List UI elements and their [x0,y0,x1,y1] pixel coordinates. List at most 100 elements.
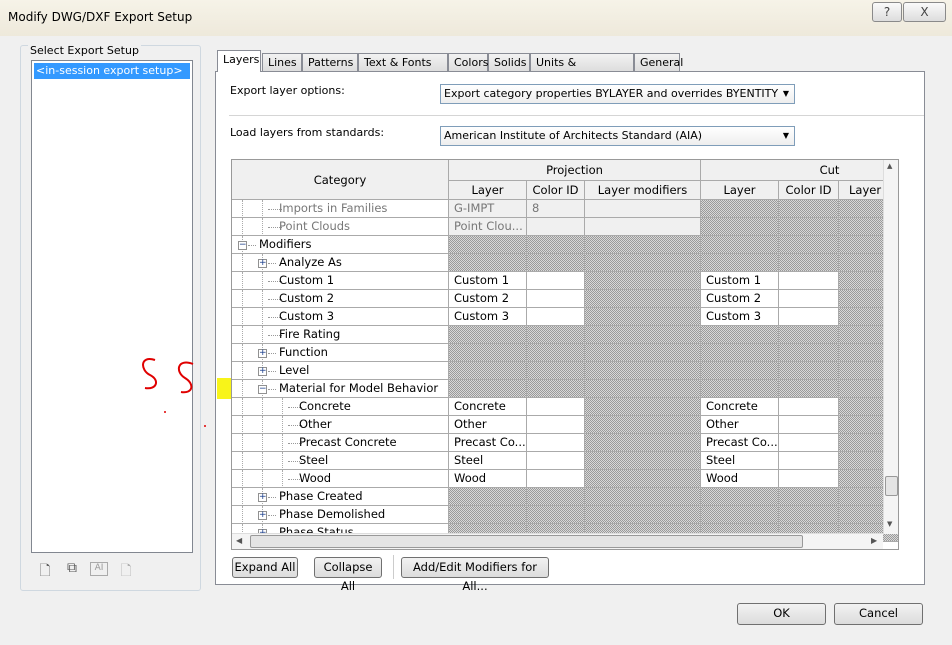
projection-layer-cell[interactable]: Custom 3 [449,308,527,326]
tab-general[interactable]: General [634,53,683,72]
projection-layer-modifiers-cell[interactable] [585,218,701,236]
cut-color-id-cell[interactable] [779,398,839,416]
expand-icon[interactable]: + [258,349,267,358]
projection-layer-cell[interactable]: Precast Co... [449,434,527,452]
cancel-button[interactable]: Cancel [834,603,923,625]
cut-color-id-cell[interactable] [779,272,839,290]
horizontal-scroll-thumb[interactable] [250,535,803,548]
expand-icon[interactable]: + [258,493,267,502]
cut-layer-cell[interactable]: Custom 1 [701,272,779,290]
table-row[interactable]: − Modifiers [232,236,898,254]
category-cell[interactable]: − Material for Model Behavior [232,380,449,398]
header-layer[interactable]: Layer [449,181,527,200]
tab-lines[interactable]: Lines [262,53,302,72]
scroll-up-icon[interactable]: ▲ [887,162,892,170]
add-edit-modifiers-button[interactable]: Add/Edit Modifiers for All... [401,557,549,593]
table-row[interactable]: Wood Wood Wood [232,470,898,488]
category-cell[interactable]: Custom 3 [232,308,449,326]
duplicate-icon[interactable]: ⧉ [63,560,81,578]
table-row[interactable]: Custom 3 Custom 3 Custom 3 [232,308,898,326]
projection-color-id-cell[interactable] [527,218,585,236]
category-cell[interactable]: Other [232,416,449,434]
tab-colors[interactable]: Colors [448,53,488,72]
cut-layer-cell[interactable]: Custom 2 [701,290,779,308]
vertical-scroll-thumb[interactable] [885,476,898,496]
cut-color-id-cell[interactable] [779,416,839,434]
header-layer-modifiers[interactable]: Layer modifiers [585,181,701,200]
table-row[interactable]: Steel Steel Steel [232,452,898,470]
collapse-icon[interactable]: − [258,385,267,394]
export-layer-options-dropdown[interactable]: Export category properties BYLAYER and o… [440,84,795,104]
scroll-down-icon[interactable]: ▼ [887,520,892,528]
projection-color-id-cell[interactable] [527,308,585,326]
tab-text-fonts[interactable]: Text & Fonts [358,53,448,72]
category-cell[interactable]: + Phase Demolished [232,506,449,524]
scroll-right-icon[interactable]: ▶ [871,536,877,545]
expand-icon[interactable]: + [258,367,267,376]
projection-color-id-cell[interactable] [527,416,585,434]
table-row[interactable]: Custom 1 Custom 1 Custom 1 [232,272,898,290]
projection-layer-modifiers-cell[interactable] [585,200,701,218]
table-row[interactable]: + Level [232,362,898,380]
table-row[interactable]: Other Other Other [232,416,898,434]
layers-grid[interactable]: Category Projection Cut Layer Color ID L… [231,159,899,550]
projection-color-id-cell[interactable] [527,470,585,488]
projection-color-id-cell[interactable] [527,398,585,416]
table-row[interactable]: Imports in Families G-IMPT 8 [232,200,898,218]
projection-layer-cell[interactable]: Steel [449,452,527,470]
tab-units-coordinates[interactable]: Units & Coordinates [530,53,634,87]
tab-layers[interactable]: Layers [217,50,261,72]
category-cell[interactable]: Precast Concrete [232,434,449,452]
category-cell[interactable]: + Function [232,344,449,362]
cut-color-id-cell[interactable] [779,470,839,488]
category-cell[interactable]: + Analyze As [232,254,449,272]
cut-layer-cell[interactable]: Wood [701,470,779,488]
rename-icon[interactable]: AI [90,562,108,576]
tab-solids[interactable]: Solids [488,53,530,72]
collapse-all-button[interactable]: Collapse All [314,557,382,593]
projection-layer-cell[interactable]: Wood [449,470,527,488]
scroll-left-icon[interactable]: ◀ [236,536,242,545]
category-cell[interactable]: Concrete [232,398,449,416]
tab-patterns[interactable]: Patterns [302,53,358,72]
table-row[interactable]: − Material for Model Behavior [232,380,898,398]
collapse-icon[interactable]: − [238,241,247,250]
projection-layer-cell[interactable]: Custom 1 [449,272,527,290]
cut-layer-cell[interactable]: Other [701,416,779,434]
cut-layer-cell[interactable]: Concrete [701,398,779,416]
table-row[interactable]: + Analyze As [232,254,898,272]
table-row[interactable]: Concrete Concrete Concrete [232,398,898,416]
category-cell[interactable]: Wood [232,470,449,488]
ok-button[interactable]: OK [737,603,826,625]
projection-layer-cell[interactable]: Other [449,416,527,434]
delete-icon[interactable]: 🗋 [117,560,135,579]
category-cell[interactable]: Imports in Families [232,200,449,218]
table-row[interactable]: Precast Concrete Precast Co... Precast Co.… [232,434,898,452]
cut-color-id-cell[interactable] [779,290,839,308]
help-button[interactable]: ? [872,2,902,22]
projection-layer-cell[interactable]: Point Clou... [449,218,527,236]
setup-list-item[interactable]: <in-session export setup> [34,63,190,79]
projection-layer-cell[interactable]: Custom 2 [449,290,527,308]
category-cell[interactable]: Custom 1 [232,272,449,290]
cut-layer-cell[interactable]: Precast Co... [701,434,779,452]
cut-layer-cell[interactable]: Custom 3 [701,308,779,326]
cut-color-id-cell[interactable] [779,308,839,326]
header-cut-color-id[interactable]: Color ID [779,181,839,200]
load-layers-dropdown[interactable]: American Institute of Architects Standar… [440,126,795,146]
vertical-scrollbar[interactable]: ▲ ▼ [883,160,898,534]
category-cell[interactable]: Point Clouds [232,218,449,236]
table-row[interactable]: + Phase Created [232,488,898,506]
projection-layer-cell[interactable]: G-IMPT [449,200,527,218]
table-row[interactable]: Point Clouds Point Clou... [232,218,898,236]
projection-color-id-cell[interactable] [527,434,585,452]
projection-color-id-cell[interactable] [527,452,585,470]
table-row[interactable]: Fire Rating [232,326,898,344]
expand-icon[interactable]: + [258,259,267,268]
table-row[interactable]: + Function [232,344,898,362]
horizontal-scrollbar[interactable]: ◀ ▶ [232,533,883,549]
category-cell[interactable]: + Level [232,362,449,380]
category-cell[interactable]: + Phase Created [232,488,449,506]
header-category[interactable]: Category [232,160,449,200]
expand-all-button[interactable]: Expand All [232,557,298,578]
